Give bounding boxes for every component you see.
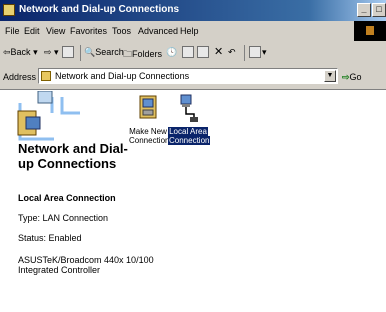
title-bar: Network and Dial-up Connections _ □ [0, 0, 386, 21]
delete-icon[interactable]: ✕ [214, 45, 223, 58]
address-input[interactable]: Network and Dial-up Connections ▼ [38, 68, 338, 84]
toolbar-separator [244, 45, 245, 61]
go-arrow-icon: ⇨ [342, 72, 350, 82]
move-to-icon[interactable] [182, 46, 194, 58]
folders-label: Folders [132, 49, 163, 59]
menu-view[interactable]: View [46, 26, 65, 36]
forward-button[interactable]: ⇨ ▾ [44, 47, 59, 58]
menu-favorites[interactable]: Favorites [70, 26, 107, 36]
icon-label: Local Area [168, 127, 208, 136]
address-bar: Address Network and Dial-up Connections … [0, 65, 386, 90]
undo-icon[interactable]: ↶ [228, 47, 236, 58]
pane-title: Network and Dial-up Connections [18, 141, 128, 171]
window-controls: _ □ [356, 3, 386, 17]
connection-type: Type: LAN Connection [18, 213, 109, 223]
toolbar-separator [80, 45, 81, 61]
copy-to-icon[interactable] [197, 46, 209, 58]
make-new-connection-icon [139, 95, 157, 119]
minimize-button[interactable]: _ [357, 3, 371, 17]
info-pane: Network and Dial-up Connections Local Ar… [0, 89, 154, 312]
search-button[interactable]: 🔍Search [84, 47, 124, 58]
menu-bar: File Edit View Favorites Toos Advanced H… [0, 21, 386, 42]
device-name-line2: Integrated Controller [18, 265, 101, 275]
up-folder-icon[interactable] [62, 46, 74, 58]
address-dropdown-icon[interactable]: ▼ [324, 70, 336, 82]
icon-label: Connection [168, 136, 211, 145]
connection-status: Status: Enabled [18, 233, 82, 243]
icon-label: Make New [129, 127, 167, 136]
back-button[interactable]: ⇦Back ▾ [3, 47, 38, 58]
local-area-connection-item[interactable]: Local Area Connection [168, 94, 211, 145]
go-button[interactable]: ⇨Go [342, 72, 362, 83]
folders-button[interactable]: 🗀Folders [123, 47, 162, 63]
maximize-button[interactable]: □ [372, 3, 386, 17]
menu-advanced[interactable]: Advanced [138, 26, 178, 36]
local-area-connection-icon [180, 94, 198, 122]
network-connections-banner-icon [17, 91, 80, 141]
views-icon[interactable] [249, 46, 261, 58]
network-folder-icon [41, 71, 51, 81]
search-label: Search [95, 47, 124, 57]
address-label: Address [3, 72, 37, 82]
menu-help[interactable]: Help [180, 26, 199, 36]
toolbar: ⇦Back ▾ ⇨ ▾ 🔍Search 🗀Folders 🕓 ✕ ↶ ▾ [0, 41, 386, 66]
views-dropdown-icon[interactable]: ▾ [262, 47, 267, 58]
selected-item-title: Local Area Connection [18, 193, 116, 203]
device-name-line1: ASUSTeK/Broadcom 440x 10/100 [18, 255, 154, 265]
network-folder-icon [3, 4, 15, 16]
windows-logo-icon [354, 21, 386, 41]
history-icon[interactable]: 🕓 [166, 47, 177, 58]
menu-file[interactable]: File [5, 26, 20, 36]
make-new-connection-item[interactable]: Make New Connection [128, 94, 170, 145]
back-label: Back [10, 47, 31, 57]
menu-tools[interactable]: Toos [112, 26, 131, 36]
go-label: Go [349, 72, 362, 82]
window-title: Network and Dial-up Connections [19, 4, 180, 15]
menu-edit[interactable]: Edit [24, 26, 40, 36]
icon-label: Connection [129, 136, 170, 145]
address-value: Network and Dial-up Connections [55, 71, 190, 81]
